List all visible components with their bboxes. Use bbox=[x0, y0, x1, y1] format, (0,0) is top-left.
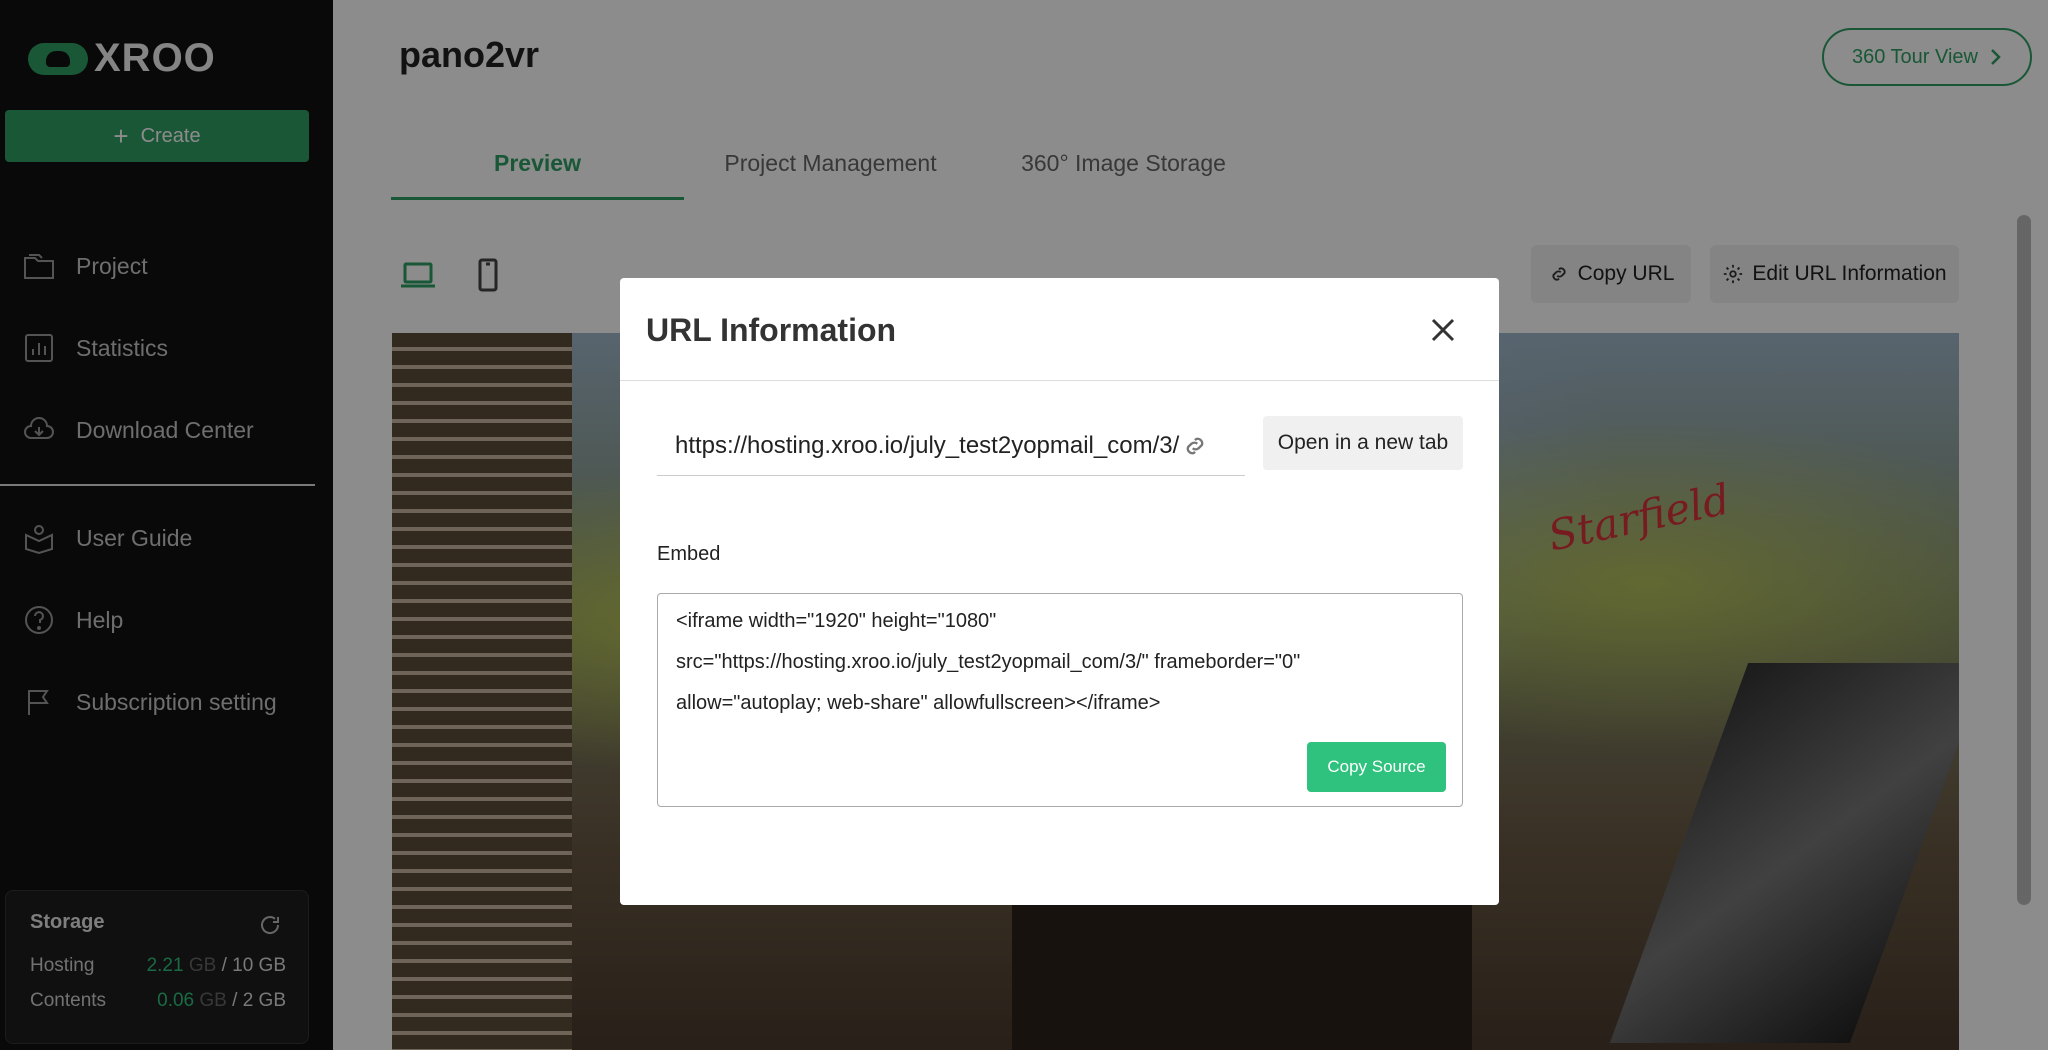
link-icon[interactable] bbox=[1181, 432, 1209, 460]
close-button[interactable] bbox=[1427, 314, 1459, 346]
modal-header: URL Information bbox=[620, 278, 1499, 381]
close-icon bbox=[1431, 318, 1455, 342]
embed-label: Embed bbox=[657, 543, 721, 565]
embed-code-line: <iframe width="1920" height="1080" bbox=[676, 610, 997, 632]
open-in-new-tab-button[interactable]: Open in a new tab bbox=[1263, 416, 1463, 470]
url-value: https://hosting.xroo.io/july_test2yopmai… bbox=[675, 432, 1180, 459]
copy-source-button[interactable]: Copy Source bbox=[1307, 742, 1446, 792]
url-field[interactable]: https://hosting.xroo.io/july_test2yopmai… bbox=[657, 418, 1245, 476]
modal-title: URL Information bbox=[646, 312, 897, 348]
embed-code-line: src="https://hosting.xroo.io/july_test2y… bbox=[676, 651, 1301, 673]
embed-code-line: allow="autoplay; web-share" allowfullscr… bbox=[676, 692, 1161, 714]
url-information-modal: URL Information https://hosting.xroo.io/… bbox=[620, 278, 1499, 905]
embed-code-box[interactable]: <iframe width="1920" height="1080" src="… bbox=[657, 593, 1463, 807]
